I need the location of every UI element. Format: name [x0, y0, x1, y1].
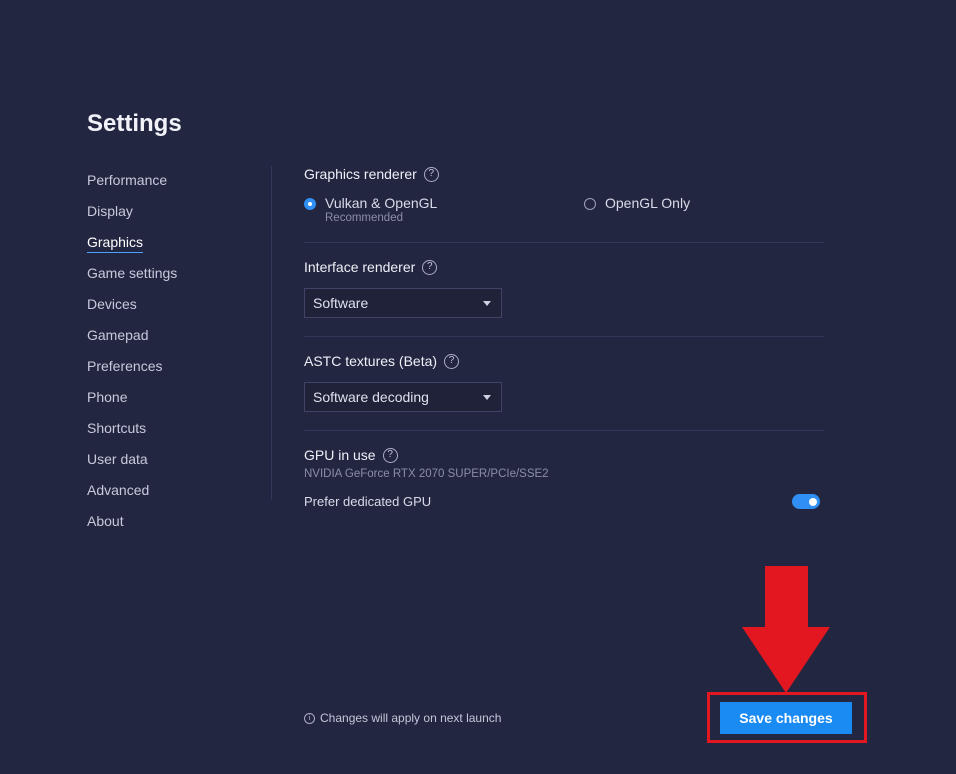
sidebar-item-label: Display — [87, 203, 133, 219]
radio-opengl-only[interactable]: OpenGL Only — [584, 195, 690, 211]
sidebar-item-preferences[interactable]: Preferences — [87, 357, 257, 388]
help-icon[interactable]: ? — [422, 259, 438, 275]
sidebar-item-about[interactable]: About — [87, 512, 257, 543]
settings-sidebar: Performance Display Graphics Game settin… — [87, 171, 257, 543]
chevron-down-icon — [483, 301, 491, 306]
gpu-name: NVIDIA GeForce RTX 2070 SUPER/PCIe/SSE2 — [304, 468, 549, 480]
radio-unselected-icon — [584, 198, 596, 210]
sidebar-divider — [271, 166, 272, 500]
sidebar-item-label: Devices — [87, 296, 137, 312]
sidebar-item-label: User data — [87, 451, 148, 467]
section-divider — [304, 430, 824, 431]
section-divider — [304, 242, 824, 243]
interface-renderer-label: Interface renderer — [304, 259, 416, 275]
sidebar-item-label: Preferences — [87, 358, 163, 374]
radio-selected-icon — [304, 198, 316, 210]
sidebar-item-advanced[interactable]: Advanced — [87, 481, 257, 512]
help-icon[interactable]: ? — [423, 166, 439, 182]
graphics-renderer-label: Graphics renderer — [304, 166, 417, 182]
save-changes-button[interactable]: Save changes — [720, 702, 852, 734]
sidebar-item-label: Phone — [87, 389, 128, 405]
down-arrow-annotation — [742, 566, 830, 693]
astc-textures-label: ASTC textures (Beta) — [304, 353, 438, 369]
footer-note-text: Changes will apply on next launch — [320, 711, 502, 725]
radio-option-label: OpenGL Only — [605, 195, 691, 211]
graphics-renderer-heading: Graphics renderer ? — [304, 166, 439, 182]
page-title: Settings — [87, 110, 182, 137]
select-value: Software decoding — [313, 389, 429, 405]
sidebar-item-label: Advanced — [87, 482, 150, 498]
help-icon[interactable]: ? — [382, 447, 398, 463]
toggle-knob — [809, 497, 817, 506]
sidebar-item-performance[interactable]: Performance — [87, 171, 257, 202]
interface-renderer-heading: Interface renderer ? — [304, 259, 438, 275]
sidebar-item-label: Performance — [87, 172, 168, 188]
section-divider — [304, 336, 824, 337]
sidebar-item-gamepad[interactable]: Gamepad — [87, 326, 257, 357]
sidebar-item-label: Graphics — [87, 233, 144, 253]
sidebar-item-display[interactable]: Display — [87, 202, 257, 233]
radio-option-label: Vulkan & OpenGL — [325, 195, 438, 211]
sidebar-item-user-data[interactable]: User data — [87, 450, 257, 481]
sidebar-item-label: About — [87, 513, 124, 529]
astc-textures-select[interactable]: Software decoding — [304, 382, 502, 412]
sidebar-item-devices[interactable]: Devices — [87, 295, 257, 326]
sidebar-item-phone[interactable]: Phone — [87, 388, 257, 419]
sidebar-item-graphics[interactable]: Graphics — [87, 233, 257, 264]
radio-option-sublabel: Recommended — [325, 212, 403, 224]
radio-vulkan-opengl[interactable]: Vulkan & OpenGL Recommended — [304, 195, 437, 224]
sidebar-item-label: Game settings — [87, 265, 178, 281]
chevron-down-icon — [483, 395, 491, 400]
astc-textures-heading: ASTC textures (Beta) ? — [304, 353, 460, 369]
sidebar-item-label: Gamepad — [87, 327, 149, 343]
sidebar-item-label: Shortcuts — [87, 420, 147, 436]
sidebar-item-game-settings[interactable]: Game settings — [87, 264, 257, 295]
gpu-label: GPU in use — [304, 447, 376, 463]
footer-note: i Changes will apply on next launch — [304, 711, 501, 725]
select-value: Software — [313, 295, 369, 311]
prefer-dedicated-gpu-label: Prefer dedicated GPU — [304, 494, 432, 509]
sidebar-item-shortcuts[interactable]: Shortcuts — [87, 419, 257, 450]
interface-renderer-select[interactable]: Software — [304, 288, 502, 318]
help-icon[interactable]: ? — [444, 353, 460, 369]
info-icon: i — [304, 712, 315, 724]
gpu-heading: GPU in use ? — [304, 447, 398, 463]
prefer-dedicated-gpu-toggle[interactable] — [792, 494, 820, 509]
